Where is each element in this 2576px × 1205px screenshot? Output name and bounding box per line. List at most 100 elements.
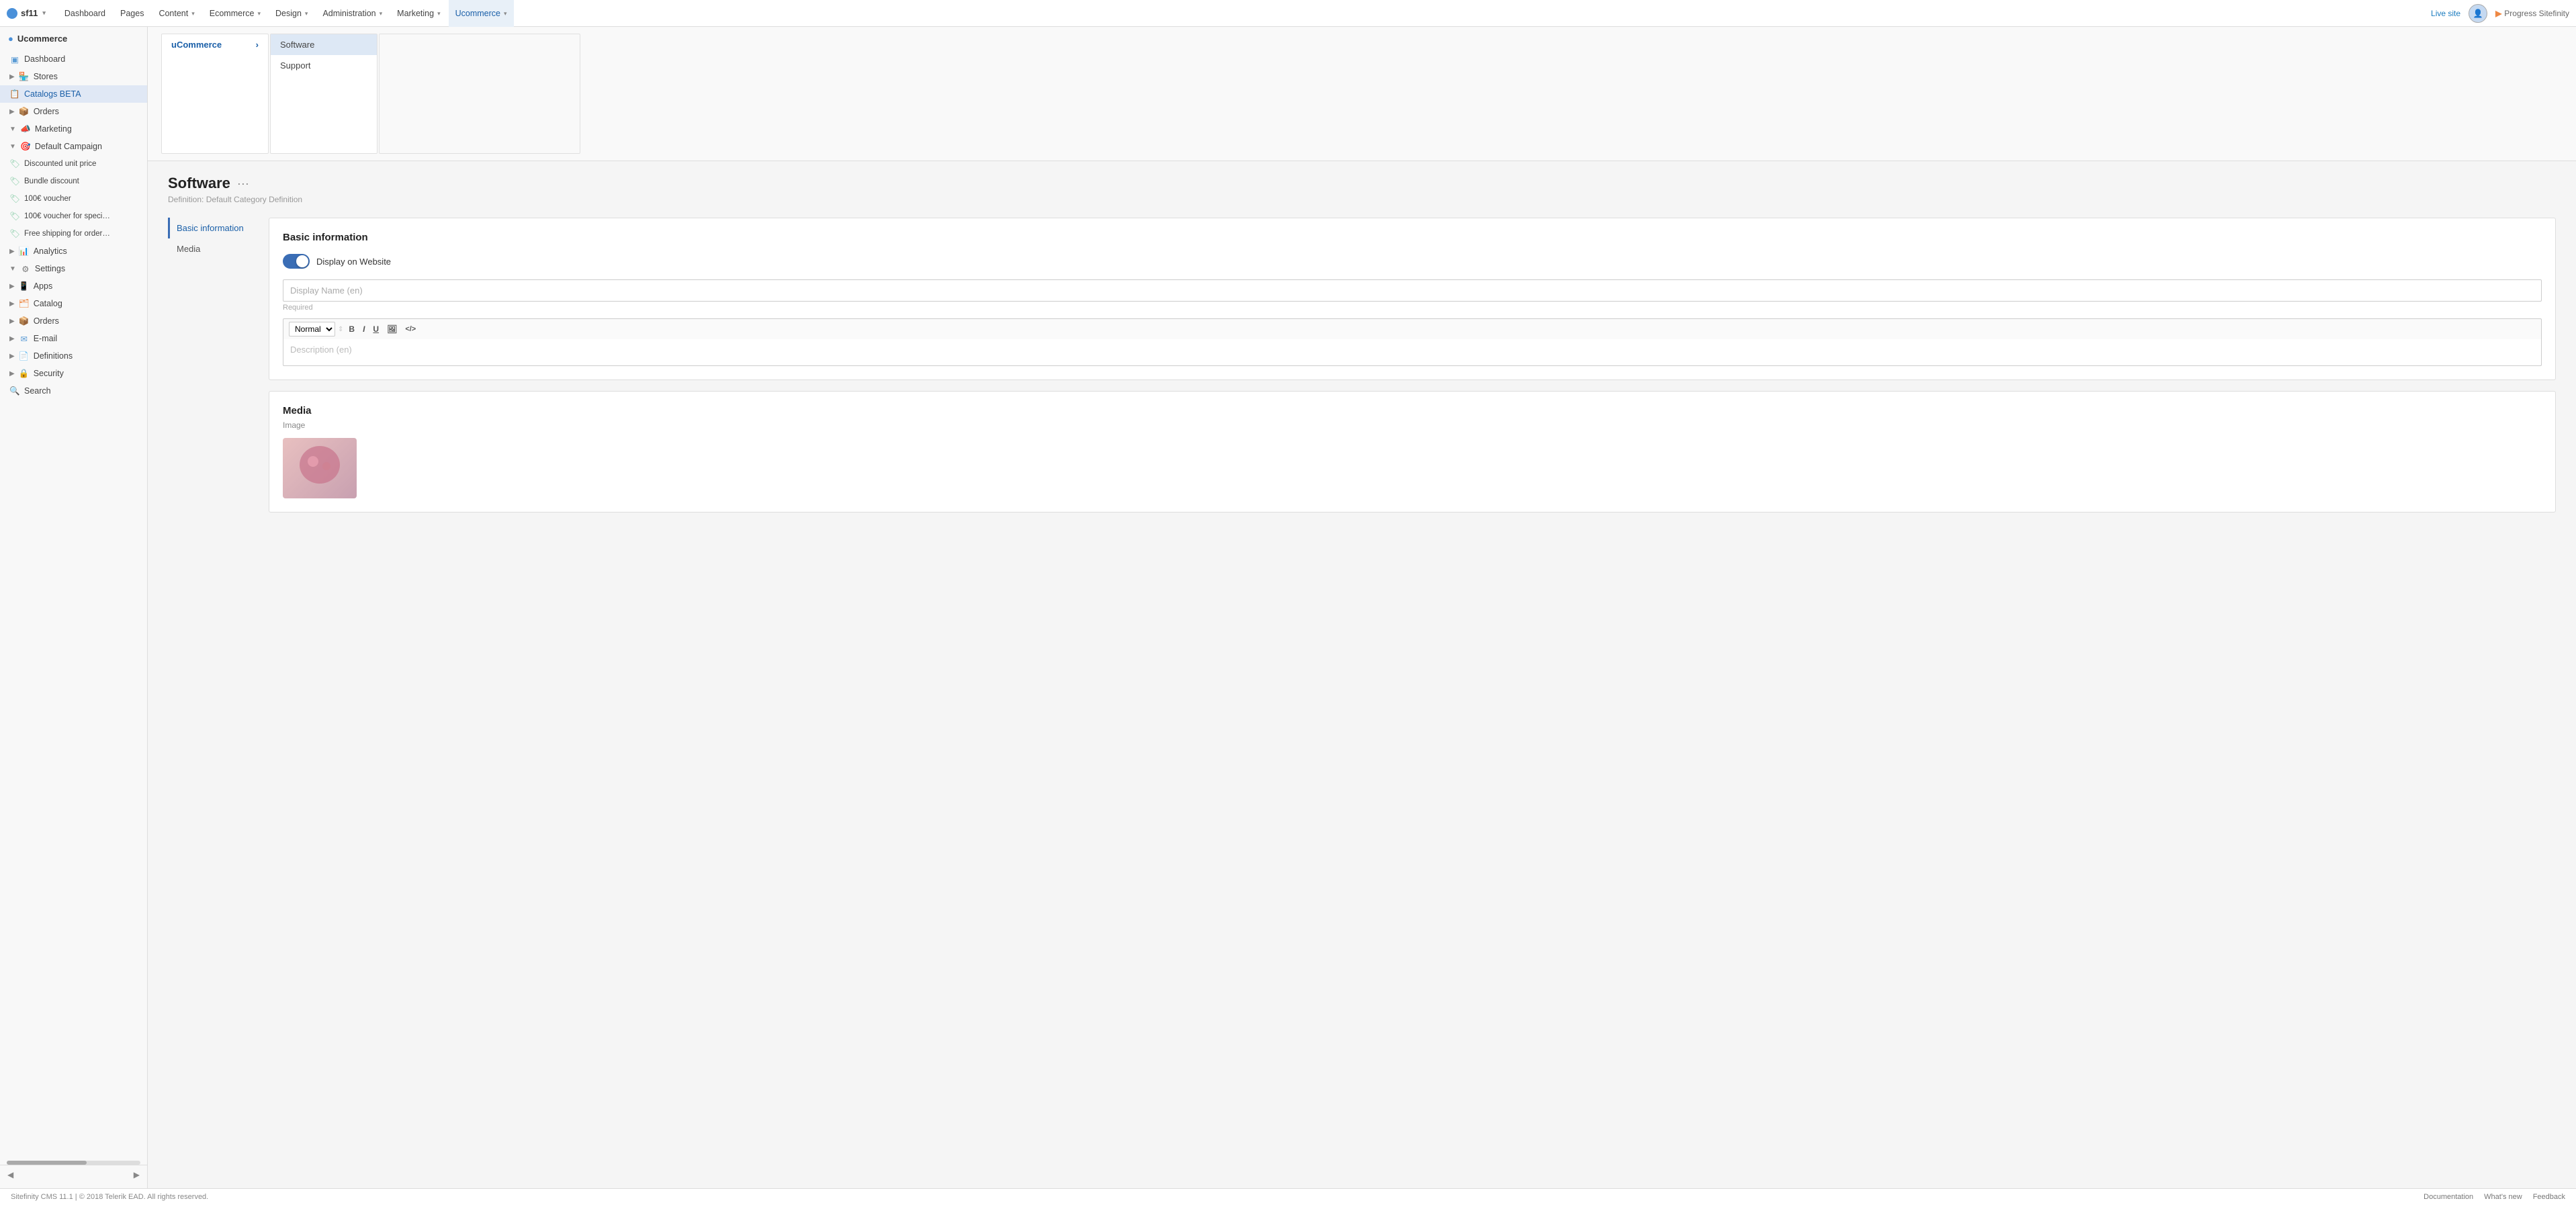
- sidebar-item-free-shipping[interactable]: 🏷 Free shipping for orders over 4€: [0, 225, 147, 242]
- sidebar-item-label: Search: [24, 386, 51, 396]
- sidebar-item-label: 100€ voucher for specific produ: [24, 212, 112, 220]
- sidebar-item-label: Security: [34, 369, 64, 378]
- sidebar-title: Ucommerce: [17, 34, 67, 44]
- nav-marketing[interactable]: Marketing▾: [390, 0, 447, 27]
- sidebar-item-bundle-discount[interactable]: 🏷 Bundle discount: [0, 173, 147, 190]
- sidebar-item-orders[interactable]: ▶ 📦 Orders: [0, 103, 147, 120]
- analytics-icon: 📊: [19, 246, 30, 257]
- bold-button[interactable]: B: [346, 323, 357, 335]
- stores-icon: 🏪: [19, 71, 30, 82]
- italic-button[interactable]: I: [360, 323, 367, 335]
- brand-dot: [7, 8, 17, 19]
- ucommerce-arrow: ›: [256, 40, 259, 50]
- sidebar-item-label: Discounted unit price: [24, 160, 96, 168]
- media-image-svg: [293, 445, 347, 492]
- design-chevron: ▾: [305, 0, 308, 27]
- campaign-icon: 🎯: [20, 141, 31, 152]
- free-shipping-icon: 🏷: [9, 228, 20, 239]
- sidebar-item-dashboard[interactable]: ▣ Dashboard: [0, 50, 147, 68]
- form-sidebar: Basic information Media: [168, 218, 255, 512]
- scroll-left-arrow[interactable]: ◀: [3, 1169, 17, 1181]
- media-title: Media: [283, 405, 2542, 416]
- orders-sub-icon: 📦: [19, 316, 30, 326]
- page-content: Software ··· Definition: Default Categor…: [148, 161, 2576, 1188]
- sidebar-item-discounted-unit-price[interactable]: 🏷 Discounted unit price: [0, 155, 147, 173]
- nav-dashboard[interactable]: Dashboard: [58, 0, 112, 27]
- marketing-icon: 📣: [20, 124, 31, 134]
- sidebar-item-label: Analytics: [34, 247, 67, 256]
- footer-feedback-link[interactable]: Feedback: [2533, 1193, 2565, 1201]
- sidebar-item-voucher-100[interactable]: 🏷 100€ voucher: [0, 190, 147, 208]
- live-site-link[interactable]: Live site: [2431, 9, 2460, 18]
- nav-administration[interactable]: Administration▾: [316, 0, 389, 27]
- sidebar-item-label: Free shipping for orders over 4€: [24, 230, 112, 238]
- sidebar-item-default-campaign[interactable]: ▼ 🎯 Default Campaign: [0, 138, 147, 155]
- page-menu-dots-button[interactable]: ···: [237, 177, 249, 191]
- media-image-placeholder[interactable]: [283, 438, 357, 498]
- required-hint: Required: [283, 304, 2542, 312]
- sidebar-item-settings[interactable]: ▼ ⚙ Settings: [0, 260, 147, 277]
- sidebar-item-orders-sub[interactable]: ▶ 📦 Orders: [0, 312, 147, 330]
- bundle-discount-icon: 🏷: [9, 176, 20, 187]
- nav-content[interactable]: Content▾: [152, 0, 201, 27]
- form-sidebar-media[interactable]: Media: [168, 238, 255, 259]
- display-on-website-toggle[interactable]: [283, 254, 310, 269]
- sidebar-item-catalog[interactable]: ▶ 🗂 Catalog: [0, 295, 147, 312]
- underline-button[interactable]: U: [370, 323, 382, 335]
- sidebar-item-analytics[interactable]: ▶ 📊 Analytics: [0, 242, 147, 260]
- orders-expand-icon: ▶: [9, 108, 15, 116]
- content-chevron: ▾: [191, 0, 195, 27]
- sidebar-item-email[interactable]: ▶ ✉ E-mail: [0, 330, 147, 347]
- dropdown-col-2: Software Support: [270, 34, 377, 154]
- progress-label: Progress Sitefinity: [2504, 9, 2569, 18]
- apps-expand-icon: ▶: [9, 283, 15, 290]
- brand-logo[interactable]: sf11 ▾: [7, 8, 46, 19]
- sidebar-item-label: E-mail: [34, 334, 57, 343]
- nav-ecommerce[interactable]: Ecommerce▾: [203, 0, 267, 27]
- nav-design[interactable]: Design▾: [269, 0, 314, 27]
- discount-icon: 🏷: [9, 159, 20, 169]
- top-nav: sf11 ▾ Dashboard Pages Content▾ Ecommerc…: [0, 0, 2576, 27]
- toggle-row: Display on Website: [283, 254, 2542, 269]
- media-section: Media Image: [269, 391, 2556, 512]
- dropdown-software[interactable]: Software: [271, 34, 377, 55]
- sidebar-icon: ●: [8, 34, 13, 44]
- settings-expand-icon: ▼: [9, 265, 16, 273]
- footer-documentation-link[interactable]: Documentation: [2424, 1193, 2473, 1201]
- dropdown-support[interactable]: Support: [271, 55, 377, 76]
- sidebar-item-security[interactable]: ▶ 🔒 Security: [0, 365, 147, 382]
- footer-whats-new-link[interactable]: What's new: [2484, 1193, 2522, 1201]
- dropdown-ucommerce[interactable]: uCommerce ›: [162, 34, 268, 55]
- sidebar: ● Ucommerce ▣ Dashboard ▶ 🏪 Stores 📋 Cat…: [0, 27, 148, 1188]
- sidebar-item-stores[interactable]: ▶ 🏪 Stores: [0, 68, 147, 85]
- sidebar-item-search[interactable]: 🔍 Search: [0, 382, 147, 400]
- voucher-icon: 🏷: [9, 193, 20, 204]
- format-select[interactable]: Normal: [289, 322, 335, 337]
- dropdown-area: uCommerce › Software Support: [148, 27, 2576, 161]
- footer: Sitefinity CMS 11.1 | © 2018 Telerik EAD…: [0, 1188, 2576, 1205]
- voucher-specific-icon: 🏷: [9, 211, 20, 222]
- display-name-input[interactable]: [283, 279, 2542, 302]
- description-placeholder: Description (en): [290, 345, 352, 355]
- security-icon: 🔒: [19, 368, 30, 379]
- form-sidebar-basic-info[interactable]: Basic information: [168, 218, 255, 238]
- nav-pages[interactable]: Pages: [114, 0, 150, 27]
- ucommerce-chevron: ▾: [504, 0, 507, 27]
- sidebar-item-label: Orders: [34, 107, 59, 116]
- nav-items: Dashboard Pages Content▾ Ecommerce▾ Desi…: [58, 0, 2431, 27]
- marketing-chevron: ▾: [437, 0, 441, 27]
- scroll-right-arrow[interactable]: ▶: [130, 1169, 144, 1181]
- code-button[interactable]: </>: [402, 324, 418, 334]
- nav-ucommerce[interactable]: Ucommerce▾: [449, 0, 514, 27]
- sidebar-item-voucher-specific[interactable]: 🏷 100€ voucher for specific produ: [0, 208, 147, 225]
- footer-copyright: Sitefinity CMS 11.1 | © 2018 Telerik EAD…: [11, 1193, 208, 1201]
- description-area[interactable]: Description (en): [283, 339, 2542, 366]
- sidebar-item-apps[interactable]: ▶ 📱 Apps: [0, 277, 147, 295]
- sidebar-item-marketing[interactable]: ▼ 📣 Marketing: [0, 120, 147, 138]
- sidebar-item-label: Settings: [35, 264, 65, 273]
- sidebar-item-catalogs[interactable]: 📋 Catalogs BETA: [0, 85, 147, 103]
- image-button[interactable]: 🖼: [384, 323, 400, 335]
- marketing-expand-icon: ▼: [9, 126, 16, 133]
- user-avatar[interactable]: 👤: [2469, 4, 2487, 23]
- sidebar-item-definitions[interactable]: ▶ 📄 Definitions: [0, 347, 147, 365]
